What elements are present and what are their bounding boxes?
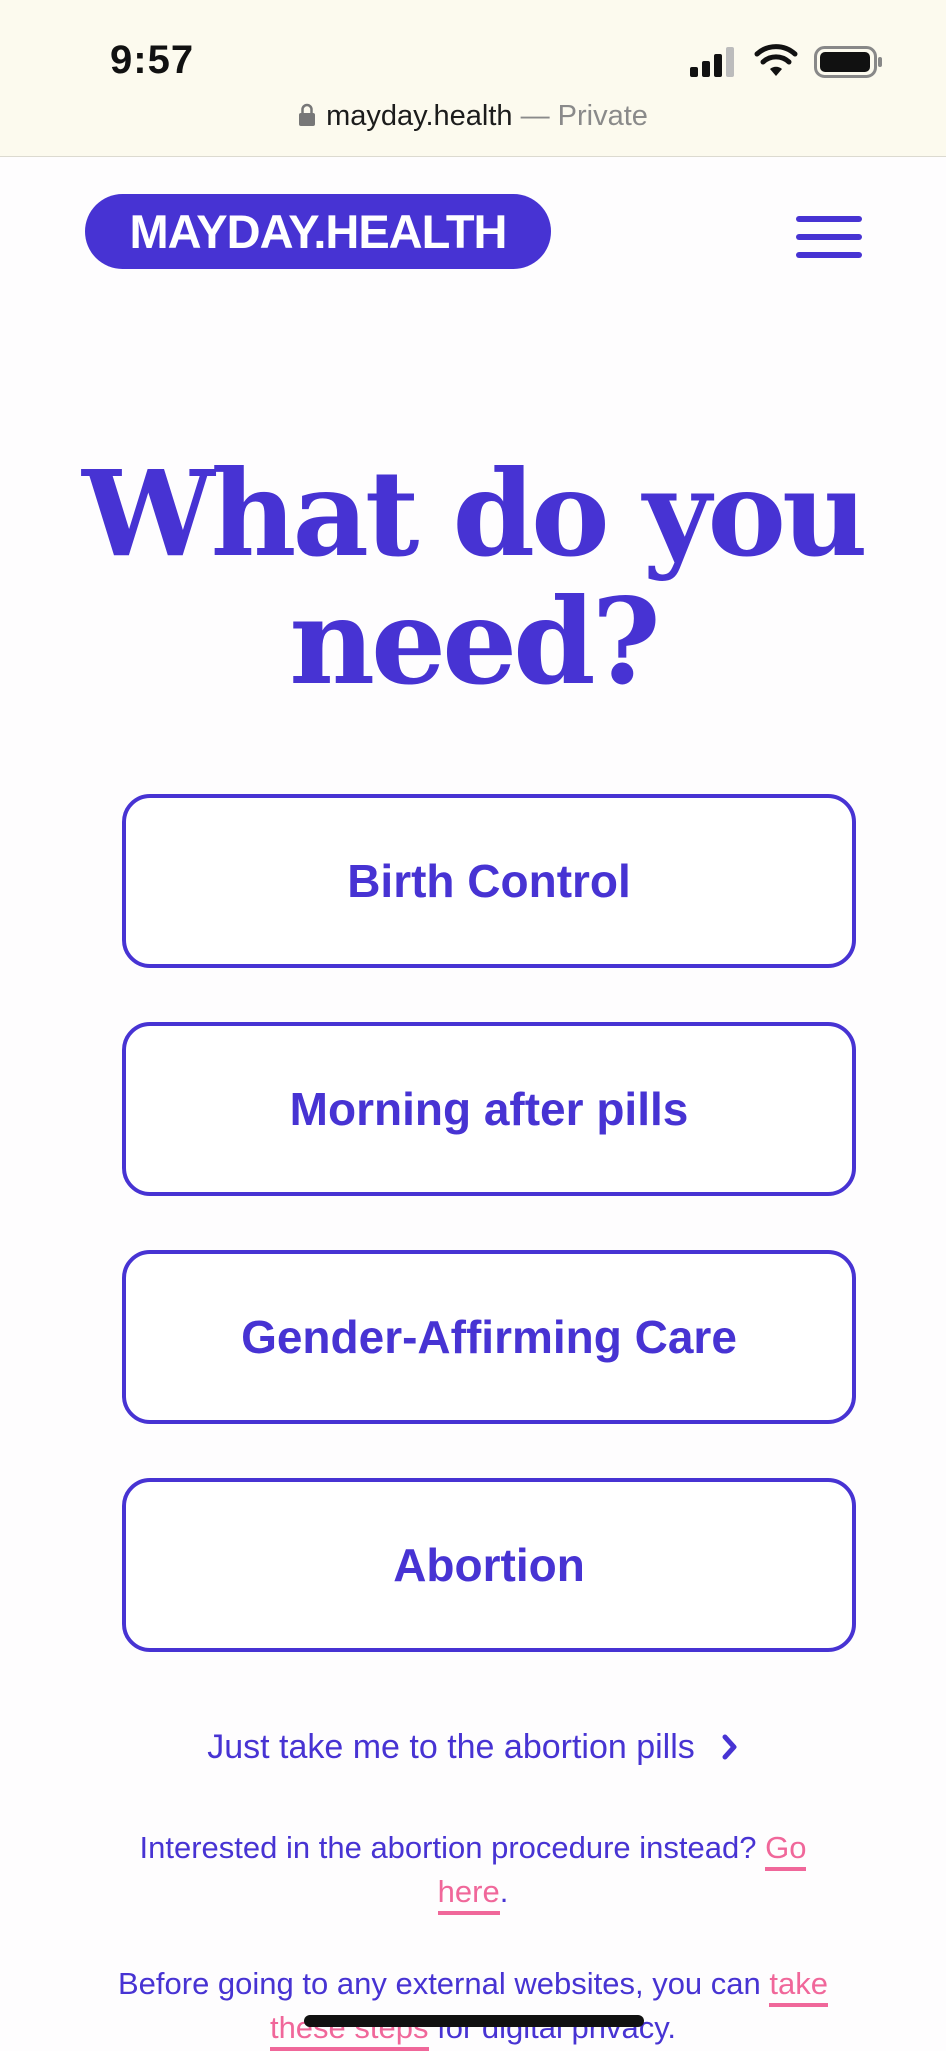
url-text: mayday.health — [326, 100, 513, 132]
privacy-note: Before going to any external websites, y… — [90, 1962, 856, 2051]
procedure-note-end: . — [499, 1874, 509, 1909]
lock-icon — [299, 103, 316, 126]
abortion-button[interactable]: Abortion — [122, 1478, 856, 1652]
site-logo[interactable]: MAYDAY.HEALTH — [85, 194, 551, 269]
address-bar[interactable]: mayday.health — Private — [0, 100, 946, 133]
battery-icon — [814, 46, 882, 78]
private-mode-label: — Private — [520, 100, 648, 132]
birth-control-button[interactable]: Birth Control — [122, 794, 856, 968]
wifi-icon — [754, 44, 798, 76]
abortion-pills-link[interactable]: Just take me to the abortion pills — [0, 1728, 946, 1767]
hamburger-menu-icon[interactable] — [796, 216, 862, 260]
status-time: 9:57 — [110, 38, 195, 82]
home-indicator — [304, 2015, 644, 2027]
privacy-note-text: Before going to any external websites, y… — [117, 1966, 761, 2001]
procedure-note: Interested in the abortion procedure ins… — [110, 1826, 836, 1915]
signal-icon — [690, 47, 734, 77]
morning-after-pills-button[interactable]: Morning after pills — [122, 1022, 856, 1196]
procedure-note-text: Interested in the abortion procedure ins… — [139, 1830, 757, 1865]
page-title: What do you need? — [82, 444, 868, 711]
status-bar: 9:57 mayday.health — Private — [0, 0, 946, 157]
chevron-right-icon — [722, 1734, 737, 1760]
gender-affirming-care-button[interactable]: Gender-Affirming Care — [122, 1250, 856, 1424]
abortion-pills-link-label: Just take me to the abortion pills — [207, 1728, 695, 1766]
